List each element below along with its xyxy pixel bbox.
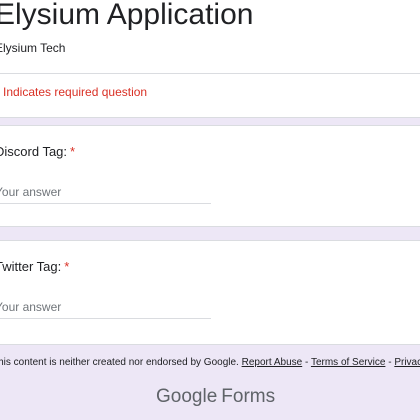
terms-of-service-link[interactable]: Terms of Service [311, 357, 385, 368]
discord-tag-input[interactable]: Your answer [0, 180, 211, 204]
form-header-card: Elysium Application Elysium Tech * Indic… [0, 0, 420, 118]
question-title: Twitter Tag: * [0, 259, 69, 275]
disclaimer-text: This content is neither created nor endo… [0, 357, 239, 368]
question-label: Twitter Tag: [0, 259, 62, 274]
twitter-tag-input[interactable]: Your answer [0, 295, 211, 319]
form-title: Elysium Application [0, 0, 254, 31]
required-asterisk: * [70, 144, 76, 159]
google-wordmark: Google [156, 386, 218, 407]
required-asterisk: * [64, 259, 70, 274]
footer-separator: - [304, 357, 309, 368]
question-label: Discord Tag: [0, 144, 68, 159]
report-abuse-link[interactable]: Report Abuse [242, 357, 303, 368]
form-page: Elysium Application Elysium Tech * Indic… [0, 0, 420, 420]
question-card-twitter: Twitter Tag: * Your answer [0, 240, 420, 345]
footer-disclaimer: This content is neither created nor endo… [0, 357, 420, 369]
google-forms-logo[interactable]: Google Forms [156, 385, 275, 409]
required-question-note: * Indicates required question [0, 85, 148, 99]
form-organization: Elysium Tech [0, 41, 66, 55]
forms-wordmark: Forms [221, 386, 276, 407]
footer-separator: - [388, 357, 392, 368]
privacy-policy-link[interactable]: Privacy Policy [394, 357, 420, 368]
question-card-discord: Discord Tag: * Your answer [0, 125, 420, 227]
question-title: Discord Tag: * [0, 144, 75, 160]
header-divider [0, 73, 420, 74]
